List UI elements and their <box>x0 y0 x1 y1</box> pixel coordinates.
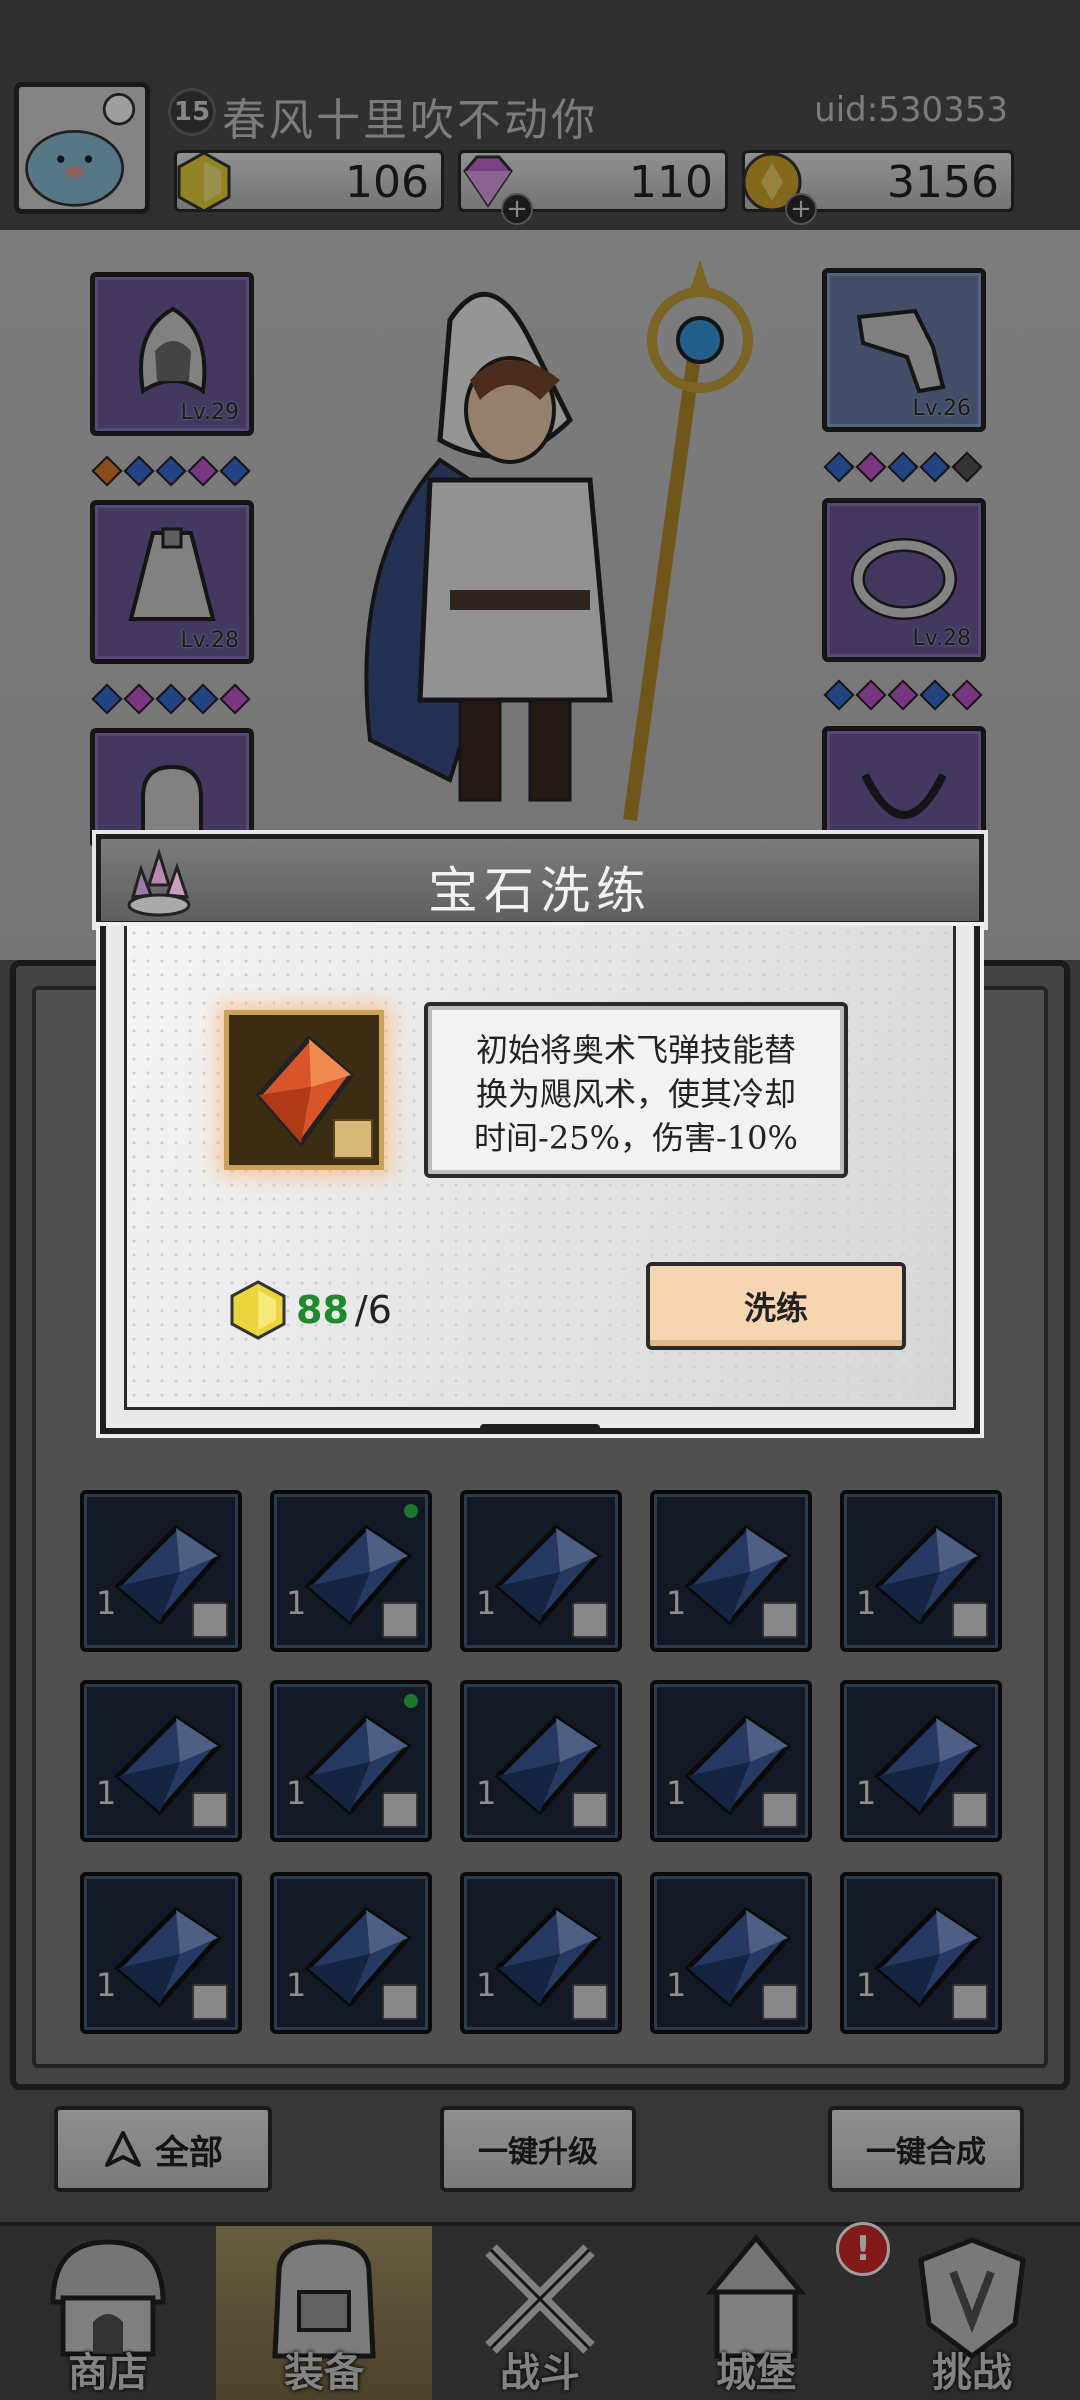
refine-button[interactable]: 洗练 <box>646 1262 906 1350</box>
refine-cost: 88/6 <box>226 1278 392 1342</box>
gold-gem-icon <box>230 1280 286 1340</box>
gem-refine-dialog: 初始将奥术飞弹技能替 换为飓风术，使其冷却 时间-25%，伤害-10% 88/6… <box>100 926 980 1434</box>
cost-required: /6 <box>354 1288 392 1332</box>
selected-gem-slot[interactable] <box>224 1010 384 1170</box>
staff-type-icon <box>333 1119 373 1159</box>
dialog-header: 宝石洗练 <box>96 834 984 926</box>
description-line: 初始将奥术飞弹技能替 <box>475 1031 796 1069</box>
gem-effect-description: 初始将奥术飞弹技能替 换为飓风术，使其冷却 时间-25%，伤害-10% <box>424 1002 848 1178</box>
dialog-handle <box>480 1424 600 1434</box>
description-line: 时间-25%，伤害-10% <box>474 1119 798 1157</box>
dialog-title: 宝石洗练 <box>428 862 652 920</box>
cost-owned: 88 <box>296 1288 349 1332</box>
description-line: 换为飓风术，使其冷却 <box>475 1075 796 1113</box>
